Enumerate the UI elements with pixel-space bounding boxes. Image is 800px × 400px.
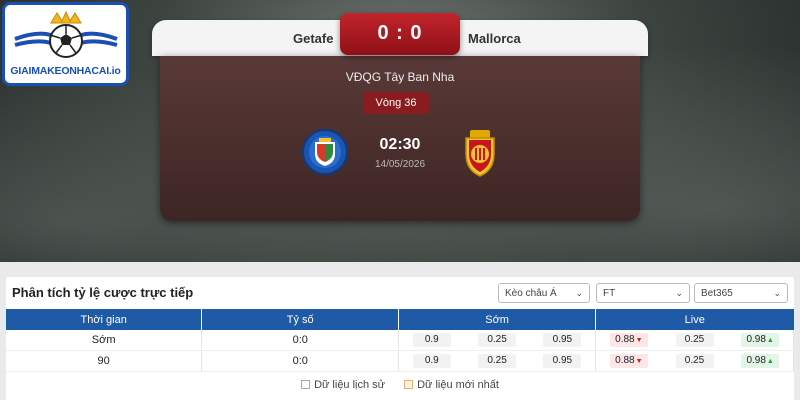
early-home-odds: 0.9	[412, 333, 451, 347]
arrow-down-icon: ▼	[635, 358, 643, 365]
chevron-down-icon: ⌄	[773, 288, 781, 298]
early-odds-cell: 0.9 0.25 0.95	[398, 350, 597, 372]
early-home-odds: 0.9	[412, 354, 451, 368]
odds-table-header: Thời gian Tỷ số Sớm Live	[6, 309, 794, 330]
market-select[interactable]: Kèo châu Á ⌄	[498, 283, 590, 303]
table-row[interactable]: 90 0:0 0.9 0.25 0.95 0.88▼ 0.25 0.98▲	[6, 350, 794, 372]
live-away-odds-value: 0.98	[746, 334, 766, 345]
logo-text: GIAIMAKEONHACAI.io	[10, 65, 121, 77]
early-handicap: 0.25	[478, 333, 517, 347]
live-odds-cell: 0.88▼ 0.25 0.98▲	[595, 330, 794, 351]
match-page: Getafe 0 : 0 Mallorca VĐQG Tây Ban Nha V…	[0, 0, 800, 400]
league-name[interactable]: VĐQG Tây Ban Nha	[160, 70, 640, 84]
early-odds-cell: 0.9 0.25 0.95	[398, 330, 597, 351]
row-score: 0:0	[201, 350, 400, 372]
column-header-score: Tỷ số	[201, 309, 400, 330]
chevron-down-icon: ⌄	[575, 288, 583, 298]
live-away-odds: 0.98▲	[741, 333, 780, 347]
arrow-up-icon: ▲	[766, 337, 774, 344]
row-score: 0:0	[201, 330, 400, 351]
match-info-panel: VĐQG Tây Ban Nha Vòng 36 02:30 14/05/202…	[160, 56, 640, 221]
odds-analysis-panel: Phân tích tỷ lệ cược trực tiếp Kèo châu …	[6, 277, 794, 400]
data-legend: Dữ liệu lịch sử Dữ liệu mới nhất	[6, 379, 794, 391]
legend-history-label: Dữ liệu lịch sử	[314, 379, 386, 391]
checkbox-icon	[404, 380, 414, 389]
chevron-down-icon: ⌄	[675, 288, 683, 298]
early-away-odds: 0.95	[543, 354, 582, 368]
live-home-odds: 0.88▼	[609, 333, 648, 347]
mallorca-crest-icon[interactable]	[456, 128, 504, 185]
odds-panel-title: Phân tích tỷ lệ cược trực tiếp	[12, 285, 194, 300]
legend-latest[interactable]: Dữ liệu mới nhất	[404, 379, 499, 391]
market-select-value: Kèo châu Á	[505, 288, 557, 299]
live-home-odds-value: 0.88	[615, 334, 635, 345]
round-badge: Vòng 36	[363, 92, 429, 114]
period-select-value: FT	[603, 288, 616, 299]
checkbox-icon	[301, 380, 311, 389]
bookmaker-select[interactable]: Bet365 ⌄	[694, 283, 788, 303]
live-handicap: 0.25	[675, 333, 714, 347]
row-time: Sớm	[6, 330, 203, 351]
live-away-odds: 0.98▲	[741, 354, 780, 368]
early-handicap: 0.25	[478, 354, 517, 368]
live-odds-cell: 0.88▼ 0.25 0.98▲	[595, 350, 794, 372]
live-home-odds: 0.88▼	[609, 354, 648, 368]
live-away-odds-value: 0.98	[746, 355, 766, 366]
early-away-odds: 0.95	[543, 333, 582, 347]
arrow-down-icon: ▼	[635, 337, 643, 344]
kickoff-time: 02:30	[379, 136, 421, 153]
match-score: 0 : 0	[340, 13, 460, 55]
table-row[interactable]: Sớm 0:0 0.9 0.25 0.95 0.88▼ 0.25 0.98▲	[6, 330, 794, 351]
away-team-name[interactable]: Mallorca	[468, 31, 521, 46]
column-header-time: Thời gian	[6, 309, 203, 330]
legend-history[interactable]: Dữ liệu lịch sử	[301, 379, 385, 391]
period-select[interactable]: FT ⌄	[596, 283, 690, 303]
bookmaker-select-value: Bet365	[701, 288, 733, 299]
arrow-up-icon: ▲	[766, 358, 774, 365]
live-home-odds-value: 0.88	[615, 355, 635, 366]
site-logo[interactable]: GIAIMAKEONHACAI.io	[2, 2, 129, 86]
soccer-ball-crown-icon	[14, 10, 118, 58]
home-team-name[interactable]: Getafe	[293, 31, 333, 46]
row-time: 90	[6, 350, 203, 372]
odds-table: Thời gian Tỷ số Sớm Live Sớm 0:0 0.9 0.2…	[6, 309, 794, 372]
column-header-early: Sớm	[398, 309, 597, 330]
match-date: 14/05/2026	[374, 159, 426, 170]
legend-latest-label: Dữ liệu mới nhất	[417, 379, 499, 391]
live-handicap: 0.25	[675, 354, 714, 368]
column-header-live: Live	[595, 309, 794, 330]
